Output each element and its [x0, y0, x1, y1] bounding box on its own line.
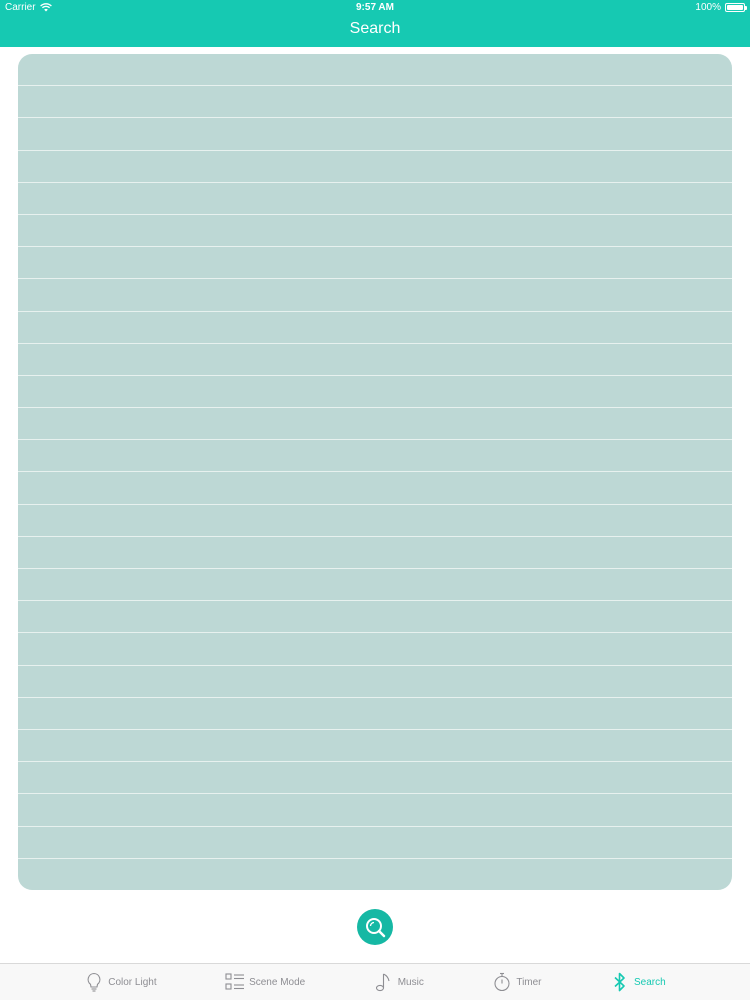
device-row[interactable]: [18, 440, 732, 473]
scan-button[interactable]: [357, 909, 393, 945]
battery-level-fill: [727, 5, 743, 10]
tab-color-light[interactable]: Color Light: [84, 972, 157, 992]
device-row[interactable]: [18, 601, 732, 634]
tab-search[interactable]: Search: [610, 972, 666, 992]
battery-indicator: 100%: [695, 2, 747, 13]
device-row[interactable]: [18, 569, 732, 602]
battery-icon: [725, 3, 747, 12]
device-row[interactable]: [18, 408, 732, 441]
tab-bar: Color Light Scene Mode Music Timer Searc…: [0, 963, 750, 1000]
magnifier-icon: [364, 916, 386, 938]
music-note-icon: [374, 972, 394, 992]
tab-label-timer: Timer: [516, 976, 542, 988]
device-list[interactable]: [18, 54, 732, 890]
tab-label-scene-mode: Scene Mode: [249, 976, 306, 988]
tab-label-music: Music: [397, 976, 424, 988]
device-row[interactable]: [18, 247, 732, 280]
device-row[interactable]: [18, 279, 732, 312]
tab-label-search: Search: [634, 976, 666, 988]
list-icon: [225, 972, 245, 992]
device-row[interactable]: [18, 794, 732, 827]
navigation-header: Carrier 9:57 AM 100% Search: [0, 0, 750, 47]
tab-label-color-light: Color Light: [108, 976, 157, 988]
device-row[interactable]: [18, 472, 732, 505]
bluetooth-icon: [610, 972, 630, 992]
device-row[interactable]: [18, 183, 732, 215]
status-time: 9:57 AM: [356, 2, 394, 13]
device-row[interactable]: [18, 312, 732, 344]
device-row[interactable]: [18, 827, 732, 859]
stopwatch-icon: [492, 972, 512, 992]
device-row[interactable]: [18, 505, 732, 537]
lightbulb-icon: [84, 972, 104, 992]
device-row[interactable]: [18, 151, 732, 183]
device-row[interactable]: [18, 54, 732, 87]
device-row[interactable]: [18, 730, 732, 763]
tab-music[interactable]: Music: [374, 972, 424, 992]
device-row[interactable]: [18, 859, 732, 890]
tab-scene-mode[interactable]: Scene Mode: [225, 972, 305, 992]
page-title: Search: [349, 20, 401, 37]
status-bar: Carrier 9:57 AM 100%: [0, 0, 750, 16]
device-row[interactable]: [18, 86, 732, 119]
device-row[interactable]: [18, 376, 732, 409]
device-row[interactable]: [18, 118, 732, 151]
device-row[interactable]: [18, 762, 732, 795]
device-row[interactable]: [18, 633, 732, 666]
device-row[interactable]: [18, 698, 732, 730]
device-row[interactable]: [18, 215, 732, 248]
battery-percent: 100%: [695, 2, 721, 13]
device-row[interactable]: [18, 537, 732, 569]
device-row[interactable]: [18, 344, 732, 376]
device-row[interactable]: [18, 666, 732, 698]
tab-timer[interactable]: Timer: [492, 972, 542, 992]
